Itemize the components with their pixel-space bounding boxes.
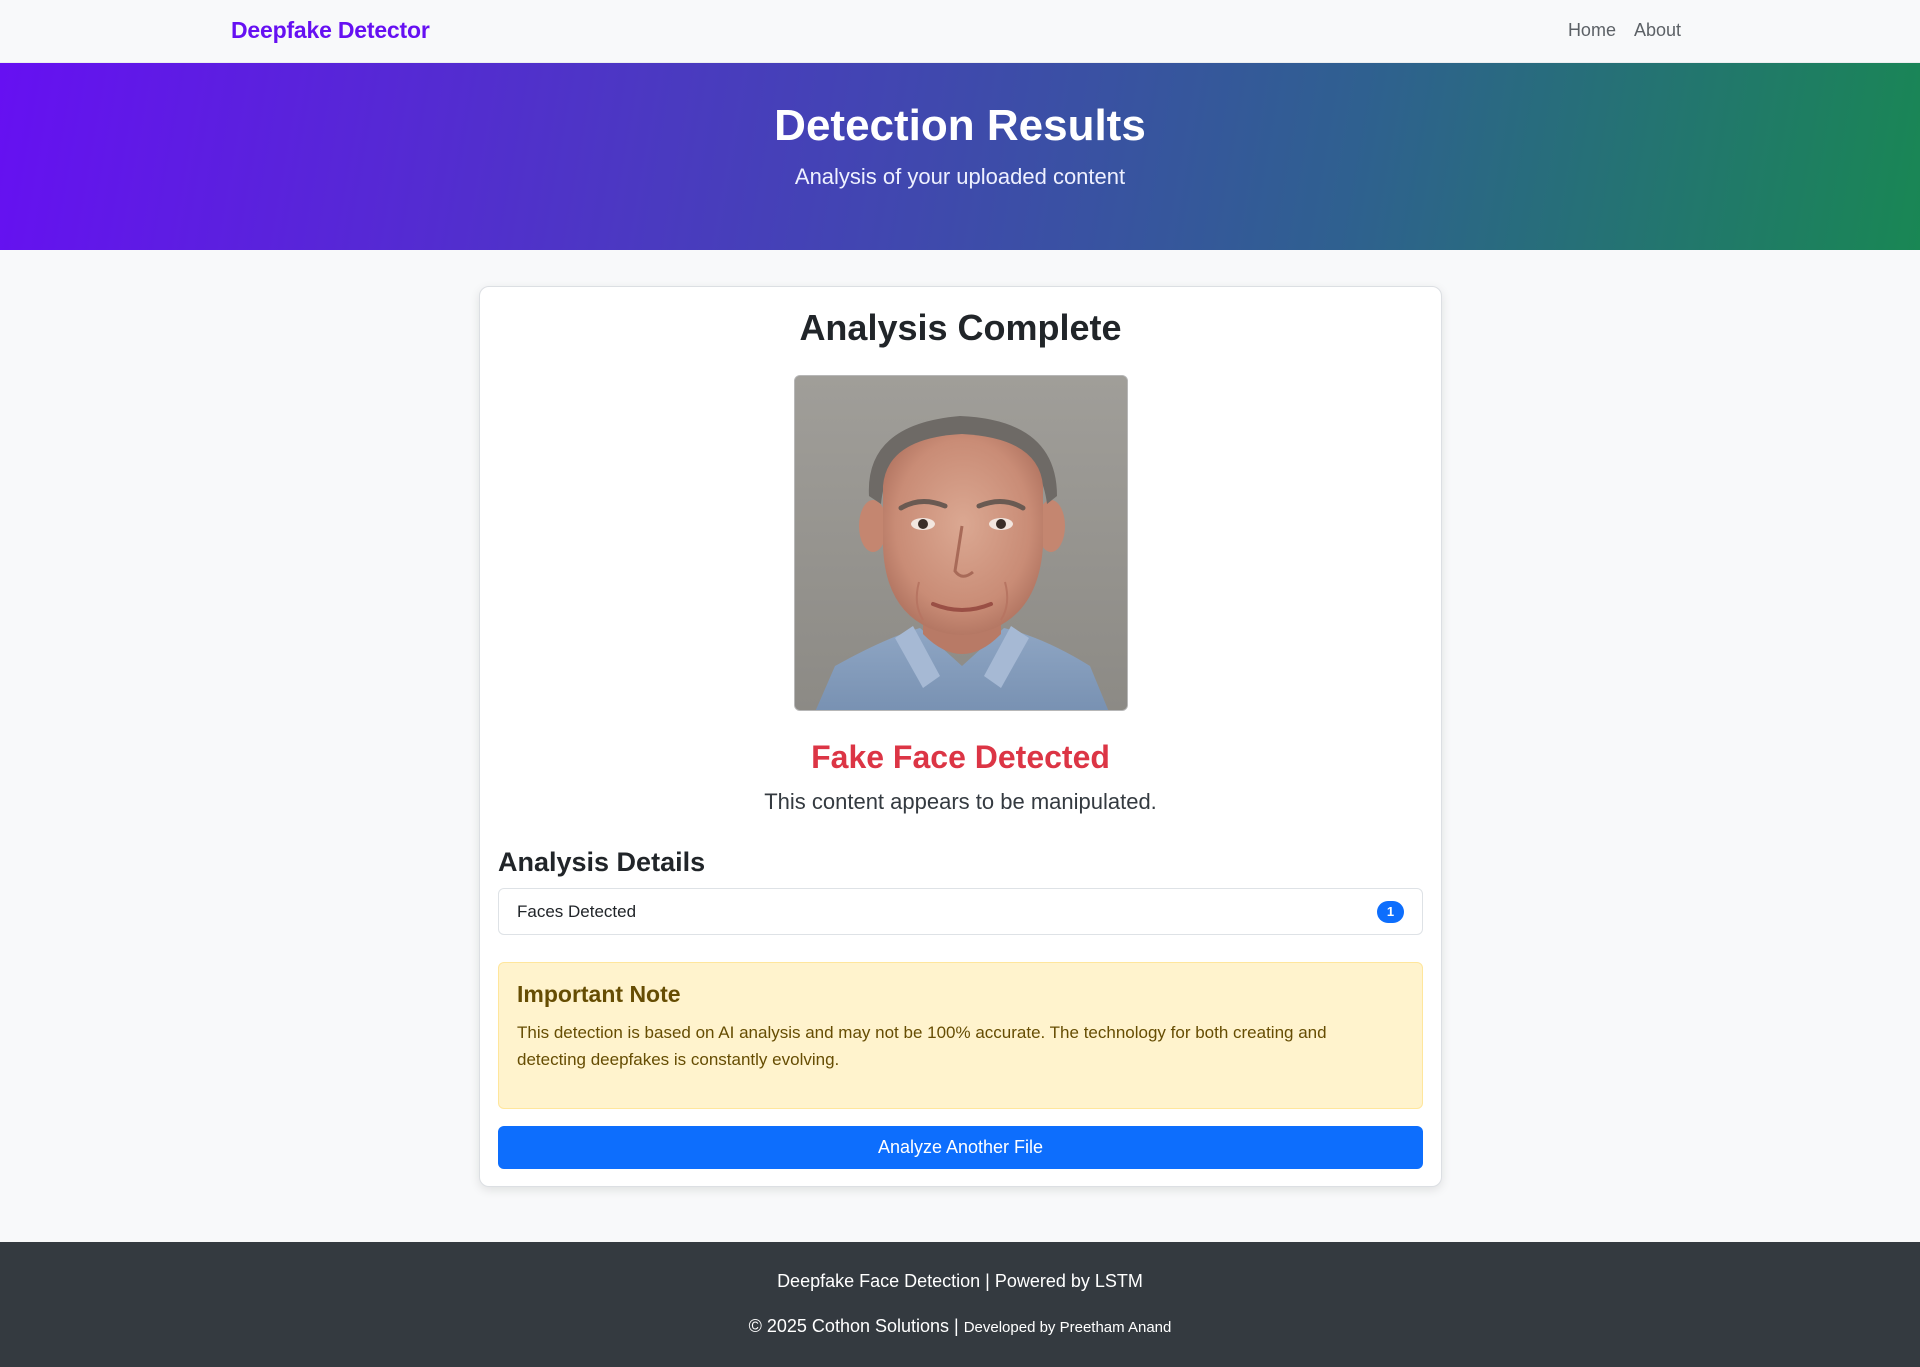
list-item: Faces Detected 1 (499, 889, 1422, 934)
note-text: This detection is based on AI analysis a… (517, 1023, 1327, 1069)
hero-banner: Detection Results Analysis of your uploa… (0, 63, 1920, 250)
result-status: Fake Face Detected (811, 739, 1110, 775)
developer-credit: Developed by Preetham Anand (963, 1319, 1172, 1336)
result-card: Analysis Complete Fake Face Detected Thi… (479, 286, 1442, 1187)
card-title: Analysis Complete (799, 307, 1122, 348)
faces-count-badge: 1 (1377, 901, 1404, 923)
nav-link-about[interactable]: About (1634, 20, 1681, 41)
face-portrait-image (795, 376, 1127, 710)
page-title: Detection Results (774, 101, 1146, 150)
result-description: This content appears to be manipulated. (764, 789, 1157, 814)
page-subtitle: Analysis of your uploaded content (794, 164, 1126, 189)
navbar: Deepfake Detector Home About (0, 0, 1920, 63)
copyright-text: © 2025 Cothon Solutions | (748, 1316, 964, 1336)
footer-copyright: © 2025 Cothon Solutions | Developed by P… (0, 1316, 1920, 1337)
important-note-alert: Important Note This detection is based o… (498, 962, 1423, 1109)
note-title: Important Note (517, 981, 681, 1007)
brand-link[interactable]: Deepfake Detector (231, 17, 430, 44)
detail-label: Faces Detected (517, 902, 637, 921)
footer-tagline: Deepfake Face Detection | Powered by LST… (777, 1271, 1143, 1291)
footer: Deepfake Face Detection | Powered by LST… (0, 1242, 1920, 1367)
nav-links: Home About (1568, 20, 1681, 41)
analyze-another-button[interactable]: Analyze Another File (498, 1126, 1423, 1169)
uploaded-face-image (794, 375, 1128, 711)
nav-link-home[interactable]: Home (1568, 20, 1616, 41)
details-heading: Analysis Details (498, 847, 706, 877)
details-list: Faces Detected 1 (498, 888, 1423, 935)
